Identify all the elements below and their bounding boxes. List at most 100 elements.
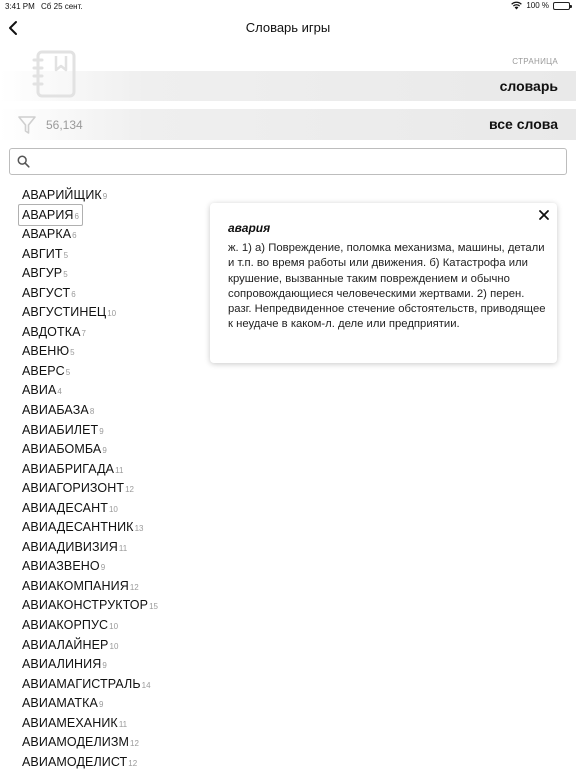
word-list-item[interactable]: АВИАБОМБА9 [18, 437, 218, 457]
definition-word: авария [228, 221, 271, 235]
word-list-item[interactable]: АВЕРС5 [18, 359, 218, 379]
word-entry: АВИАКОРПУС10 [22, 616, 118, 634]
page-selector[interactable] [0, 71, 576, 101]
word-entry: АВИАКОМПАНИЯ12 [22, 577, 139, 595]
word-list-item[interactable]: АВИАКОМПАНИЯ12 [18, 574, 218, 594]
word-length: 9 [102, 192, 108, 201]
nav-bar: Словарь игры [0, 14, 576, 42]
word-length: 9 [102, 661, 107, 671]
word-length: 11 [118, 719, 128, 729]
word-entry: АВИАЗВЕНО9 [22, 557, 105, 575]
word-list-item[interactable]: АВИАГОРИЗОНТ12 [18, 476, 218, 496]
word-entry: АВГУР5 [22, 264, 68, 282]
word-list-item[interactable]: АВИАМОДЕЛИЗМ12 [18, 730, 218, 750]
word-list-item[interactable]: АВИАКОРПУС10 [18, 613, 218, 633]
word-entry: АВИАМОДЕЛИСТ12 [22, 753, 137, 771]
status-time-text: 3:41 PM [5, 2, 35, 11]
word-text: АВИАДЕСАНТНИК [22, 520, 134, 535]
filter-funnel-icon [18, 116, 36, 134]
word-length: 5 [70, 348, 75, 358]
word-text: АВДОТКА [22, 324, 81, 339]
search-icon [17, 155, 30, 168]
word-text: АВИАБРИГАДА [22, 461, 115, 476]
status-right: 100 % [511, 1, 572, 10]
search-box[interactable] [9, 148, 567, 175]
filter-bar[interactable]: 56,134 все слова [0, 109, 576, 140]
word-list-item[interactable]: АВИА4 [18, 378, 218, 398]
word-list: АВАРИЙЩИК9 АВАРИЯ6 АВАРКА6 АВГИТ5 АВГУР5 АВГУ… [18, 183, 218, 769]
word-list-item[interactable]: АВИАМОДЕЛИСТ12 [18, 750, 218, 770]
word-list-item[interactable]: АВИАЛИНИЯ9 [18, 652, 218, 672]
word-list-item[interactable]: АВГУСТ6 [18, 281, 218, 301]
word-text: АВИАГОРИЗОНТ [22, 481, 125, 496]
word-list-item[interactable]: АВИАДЕСАНТНИК13 [18, 515, 218, 535]
word-text: АВИАМАТКА [22, 696, 98, 711]
word-text: АВИАБАЗА [22, 403, 89, 418]
word-text: АВИАДИВИЗИЯ [22, 539, 118, 554]
battery-icon [553, 1, 572, 10]
word-length: 6 [71, 289, 76, 299]
word-text: АВАРКА [22, 227, 72, 242]
status-date-text: Сб 25 сент. [41, 2, 83, 11]
word-entry: АВИАГОРИЗОНТ12 [22, 479, 134, 497]
word-entry: АВЕНЮ5 [22, 342, 75, 360]
definition-text: ж. 1) а) Повреждение, поломка механизма,… [228, 242, 546, 331]
word-list-item[interactable]: АВЕНЮ5 [18, 339, 218, 359]
word-text: АВЕРС [22, 363, 65, 378]
word-entry: АВИАМАТКА9 [22, 694, 103, 712]
word-list-item[interactable]: АВИАКОНСТРУКТОР15 [18, 593, 218, 613]
word-text: АВИАМЕХАНИК [22, 715, 118, 730]
word-text: АВИАЛАЙНЕР [22, 637, 109, 652]
word-length: 12 [129, 582, 139, 592]
word-list-item[interactable]: АВИАМАТКА9 [18, 691, 218, 711]
battery-percent: 100 % [526, 1, 549, 10]
word-list-item[interactable]: АВИАЛАЙНЕР10 [18, 633, 218, 653]
word-entry: АВГУСТИНЕЦ10 [22, 303, 116, 321]
word-length: 5 [63, 250, 69, 260]
word-length: 10 [109, 622, 119, 632]
word-entry: АВИАБАЗА8 [22, 401, 94, 419]
search-input[interactable] [36, 152, 556, 171]
word-list-item[interactable]: АВАРИЯ6 [18, 203, 218, 226]
word-length: 14 [141, 680, 151, 690]
word-list-item[interactable]: АВИАБРИГАДА11 [18, 457, 218, 477]
word-list-item[interactable]: АВГУСТИНЕЦ10 [18, 300, 218, 320]
word-length: 5 [65, 367, 71, 377]
word-list-item[interactable]: АВИАДИВИЗИЯ11 [18, 535, 218, 555]
word-list-item[interactable]: АВДОТКА7 [18, 320, 218, 340]
word-length: 10 [108, 504, 118, 514]
word-list-item[interactable]: АВГИТ5 [18, 242, 218, 262]
word-list-item[interactable]: АВАРИЙЩИК9 [18, 183, 218, 203]
word-entry: АВЕРС5 [22, 362, 70, 380]
dictionary-book-icon [32, 50, 76, 98]
status-time: 3:41 PM Сб 25 сент. [5, 2, 83, 11]
word-text: АВИАМОДЕЛИЗМ [22, 735, 130, 750]
filter-value[interactable]: все слова [489, 116, 558, 132]
word-entry: АВИАБОМБА9 [22, 440, 107, 458]
word-list-item[interactable]: АВИАМАГИСТРАЛЬ14 [18, 672, 218, 692]
word-entry: АВГИТ5 [22, 245, 68, 263]
word-entry: АВИАБРИГАДА11 [22, 460, 123, 478]
word-list-item[interactable]: АВАРКА6 [18, 222, 218, 242]
word-list-item[interactable]: АВИАЗВЕНО9 [18, 554, 218, 574]
page-value[interactable]: словарь [500, 78, 558, 94]
word-list-item[interactable]: АВИАБАЗА8 [18, 398, 218, 418]
word-list-item[interactable]: АВГУР5 [18, 261, 218, 281]
word-entry: АВАРИЙЩИК9 [22, 186, 107, 204]
word-list-item[interactable]: АВИАБИЛЕТ9 [18, 418, 218, 438]
word-length: 12 [130, 739, 139, 749]
word-entry: АВИАДИВИЗИЯ11 [22, 538, 127, 556]
status-bar: 3:41 PM Сб 25 сент. 100 % [0, 0, 576, 14]
word-list-item[interactable]: АВИАМЕХАНИК11 [18, 711, 218, 731]
close-icon[interactable] [537, 208, 551, 222]
word-list-item[interactable]: АВИАДЕСАНТ10 [18, 496, 218, 516]
word-length: 9 [102, 446, 107, 456]
word-length: 10 [109, 641, 119, 651]
word-text: АВИА [22, 383, 57, 398]
word-length: 8 [89, 407, 95, 417]
word-length: 4 [57, 387, 62, 397]
word-entry: АВИАМЕХАНИК11 [22, 714, 127, 732]
word-length: 5 [63, 270, 68, 280]
word-length: 11 [118, 543, 128, 553]
word-text: АВГУР [22, 266, 63, 281]
